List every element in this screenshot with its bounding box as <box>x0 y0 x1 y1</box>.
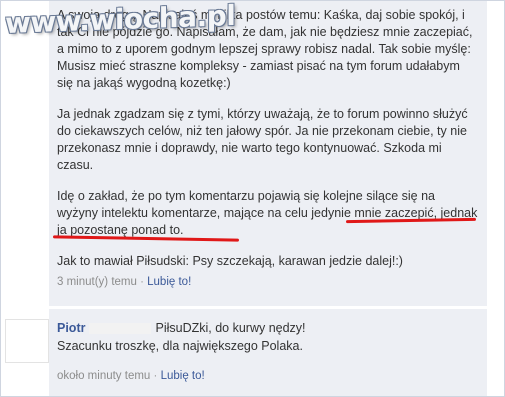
reply-comment: Piotr PiłsuDZki, do kurwy nędzy! Szacunku… <box>1 309 504 396</box>
reply-text-line-2: Szacunku troszkę, dla największego Polak… <box>57 339 303 353</box>
comment-thread: A swoją drogą: Napisałaś mi kilka postów… <box>0 0 505 397</box>
avatar[interactable] <box>5 319 49 363</box>
comment-paragraph-3: Idę o zakład, że po tym komentarzu pojaw… <box>57 189 478 237</box>
like-link[interactable]: Lubię to! <box>147 276 191 288</box>
comment-post: A swoją drogą: Napisałaś mi kilka postów… <box>49 1 487 306</box>
comment-timestamp: 3 minut(y) temu <box>57 276 137 288</box>
reply-text-line-1: PiłsuDZki, do kurwy nędzy! <box>155 321 306 335</box>
comment-paragraph-2: Ja jednak zgadzam się z tymi, którzy uwa… <box>57 107 468 172</box>
reply-timestamp: około minuty temu <box>57 370 151 382</box>
reply-author[interactable]: Piotr <box>57 321 85 335</box>
reply-text: Piotr PiłsuDZki, do kurwy nędzy! Szacunku… <box>57 319 487 355</box>
reply-line-1: Piotr PiłsuDZki, do kurwy nędzy! <box>57 319 487 337</box>
meta-separator: · <box>140 276 144 288</box>
reply-like-link[interactable]: Lubię to! <box>161 370 205 382</box>
comment-paragraph-4: Jak to mawiał Piłsudski: Psy szczekają, … <box>57 254 403 268</box>
comment-meta: 3 minut(y) temu · Lubię to! <box>57 274 479 290</box>
censored-surname <box>89 323 152 335</box>
meta-separator: · <box>153 370 158 382</box>
reply-meta: około minuty temu · Lubię to! <box>57 368 205 384</box>
